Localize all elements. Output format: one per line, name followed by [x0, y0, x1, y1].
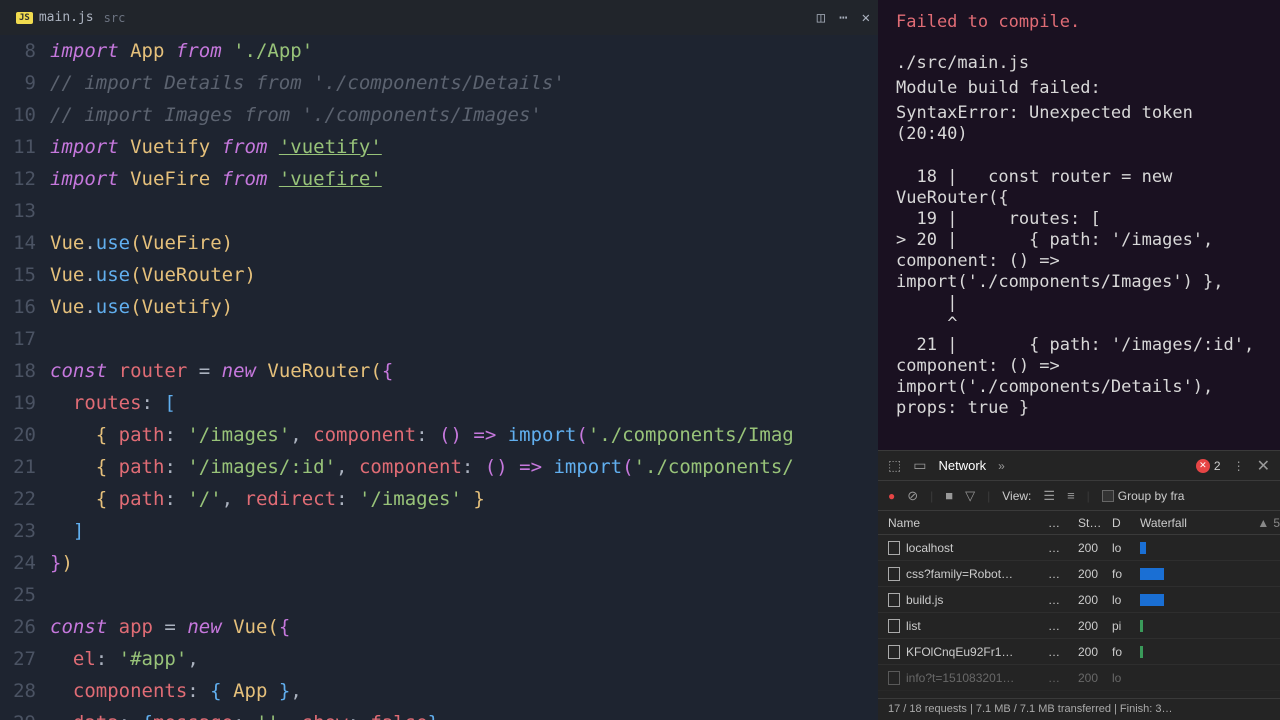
device-toggle-icon[interactable]: ▭: [913, 457, 926, 474]
devtools-panel: ⬚ ▭ Network » ✕ 2 ⋮ ✕ ● ⊘ | ■ ▽ | View: …: [878, 450, 1280, 720]
js-file-icon: JS: [16, 12, 33, 24]
error-count: 2: [1214, 459, 1221, 473]
network-toolbar: ● ⊘ | ■ ▽ | View: ☰ ≡ | Group by fra: [878, 481, 1280, 511]
table-row[interactable]: css?family=Robot……200fo: [878, 561, 1280, 587]
record-icon[interactable]: ●: [888, 489, 895, 503]
network-table: Name … St… D Waterfall ▲ 5 localhost…200…: [878, 511, 1280, 698]
file-icon: [888, 593, 900, 607]
tab-actions: ◫ ⋯ ✕: [817, 10, 870, 26]
devtools-more-icon[interactable]: ⋮: [1233, 459, 1245, 473]
error-context: 18 | const router = new VueRouter({ 19 |…: [896, 167, 1262, 419]
col-more[interactable]: …: [1048, 516, 1078, 530]
browser-pane: Failed to compile. ./src/main.js Module …: [878, 0, 1280, 720]
code-area[interactable]: 8910111213141516171819202122232425262728…: [0, 35, 878, 720]
col-name[interactable]: Name: [878, 516, 1048, 530]
file-icon: [888, 567, 900, 581]
col-status[interactable]: St…: [1078, 516, 1112, 530]
close-tab-icon[interactable]: ✕: [862, 10, 870, 26]
table-row[interactable]: info?t=151083201……200lo: [878, 665, 1280, 691]
tab-path-hint: src: [104, 11, 126, 25]
group-by-frame-checkbox[interactable]: Group by fra: [1102, 489, 1185, 503]
more-tabs-icon[interactable]: »: [998, 459, 1005, 473]
more-actions-icon[interactable]: ⋯: [839, 10, 847, 26]
error-syntax: SyntaxError: Unexpected token (20:40): [896, 103, 1262, 145]
editor-pane: JS main.js src ◫ ⋯ ✕ 8910111213141516171…: [0, 0, 878, 720]
file-icon: [888, 541, 900, 555]
network-footer: 17 / 18 requests | 7.1 MB / 7.1 MB trans…: [878, 698, 1280, 720]
tab-filename: main.js: [39, 10, 94, 25]
view-list-icon[interactable]: ☰: [1043, 488, 1055, 504]
devtools-tab-bar: ⬚ ▭ Network » ✕ 2 ⋮ ✕: [878, 451, 1280, 481]
table-row[interactable]: build.js…200lo: [878, 587, 1280, 613]
code-content[interactable]: import App from './App'// import Details…: [50, 35, 878, 720]
devtools-close-icon[interactable]: ✕: [1257, 456, 1270, 476]
table-header[interactable]: Name … St… D Waterfall ▲ 5: [878, 511, 1280, 535]
error-module: Module build failed:: [896, 78, 1262, 99]
view-label: View:: [1002, 489, 1031, 503]
col-waterfall[interactable]: Waterfall ▲ 5: [1134, 516, 1280, 530]
tab-bar: JS main.js src ◫ ⋯ ✕: [0, 0, 878, 35]
filter-icon[interactable]: ▽: [965, 488, 975, 504]
error-badge[interactable]: ✕ 2: [1196, 459, 1221, 473]
table-row[interactable]: KFOlCnqEu92Fr1……200fo: [878, 639, 1280, 665]
checkbox-icon: [1102, 490, 1114, 502]
error-file: ./src/main.js: [896, 53, 1262, 74]
view-frames-icon[interactable]: ≡: [1067, 488, 1075, 503]
group-label: Group by fra: [1118, 489, 1185, 503]
file-icon: [888, 645, 900, 659]
error-dot-icon: ✕: [1196, 459, 1210, 473]
split-editor-icon[interactable]: ◫: [817, 10, 825, 26]
table-row[interactable]: list…200pi: [878, 613, 1280, 639]
col-domain[interactable]: D: [1112, 516, 1134, 530]
file-icon: [888, 671, 900, 685]
table-row[interactable]: localhost…200lo: [878, 535, 1280, 561]
clear-icon[interactable]: ⊘: [907, 488, 918, 504]
error-title: Failed to compile.: [896, 12, 1262, 33]
tab-network[interactable]: Network: [938, 458, 986, 473]
file-tab[interactable]: JS main.js src: [8, 0, 133, 35]
inspect-icon[interactable]: ⬚: [888, 457, 901, 474]
file-icon: [888, 619, 900, 633]
line-gutter: 8910111213141516171819202122232425262728…: [0, 35, 50, 720]
capture-screenshot-icon[interactable]: ■: [945, 488, 953, 503]
error-overlay: Failed to compile. ./src/main.js Module …: [878, 0, 1280, 450]
